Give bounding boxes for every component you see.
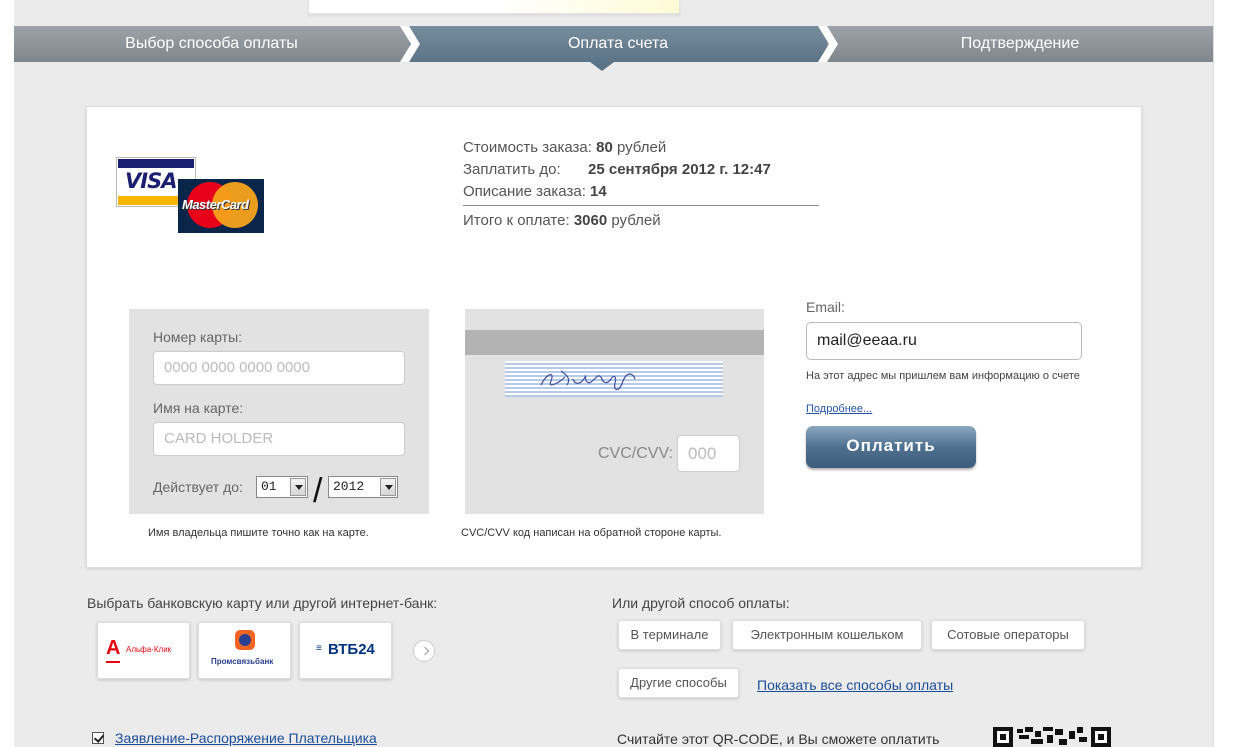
expiry-year-select[interactable]: 2012 bbox=[328, 476, 398, 498]
card-number-label: Номер карты: bbox=[153, 329, 243, 345]
step-separator-chevron bbox=[400, 26, 420, 62]
step-choose-method[interactable]: Выбор способа оплаты bbox=[14, 26, 409, 62]
banks-title: Выбрать банковскую карту или другой инте… bbox=[87, 595, 438, 611]
order-cost-row: Стоимость заказа: 80 рублей bbox=[463, 139, 667, 156]
right-margin bbox=[1213, 0, 1243, 747]
chevron-down-icon bbox=[290, 478, 306, 496]
signature-scribble bbox=[540, 370, 636, 391]
order-divider bbox=[463, 205, 819, 206]
card-holder-hint: Имя владельца пишите точно как на карте. bbox=[148, 527, 369, 539]
show-all-methods-link[interactable]: Показать все способы оплаты bbox=[757, 677, 953, 693]
order-pay-until-row: Заплатить до: 25 сентября 2012 г. 12:47 bbox=[463, 161, 771, 178]
left-margin bbox=[0, 0, 14, 747]
pay-button[interactable]: Оплатить bbox=[806, 426, 976, 468]
bank-tile-alfa[interactable]: А Альфа-Клик bbox=[97, 622, 190, 679]
top-notice-strip bbox=[308, 0, 680, 14]
banks-next-arrow-icon[interactable] bbox=[413, 640, 435, 662]
email-note: На этот адрес мы пришлем вам информацию … bbox=[806, 370, 1080, 382]
psb-logo-icon bbox=[235, 630, 255, 650]
vtb-logo-icon: ≡ bbox=[316, 643, 322, 654]
card-front-panel: Номер карты: 0000 0000 0000 0000 Имя на … bbox=[129, 309, 429, 514]
magnetic-stripe bbox=[465, 330, 764, 355]
bank-tile-vtb[interactable]: ≡ ВТБ24 bbox=[299, 622, 392, 679]
step-separator-chevron bbox=[818, 26, 838, 62]
qr-text: Считайте этот QR-CODE, и Вы сможете опла… bbox=[617, 731, 940, 747]
bank-tile-psb[interactable]: Промсвязьбанк bbox=[198, 622, 291, 679]
card-back-panel: CVC/CVV: 000 bbox=[465, 309, 764, 514]
expiry-slash: / bbox=[313, 472, 323, 510]
method-mobile-button[interactable]: Сотовые операторы bbox=[931, 620, 1085, 650]
checkout-steps: Выбор способа оплаты Оплата счета Подтве… bbox=[14, 26, 1213, 62]
qr-code bbox=[993, 725, 1133, 747]
method-terminal-button[interactable]: В терминале bbox=[618, 620, 721, 650]
step-confirmation: Подтверждение bbox=[827, 26, 1213, 62]
bank-name: ВТБ24 bbox=[328, 641, 375, 658]
expiry-month-select[interactable]: 01 bbox=[256, 476, 308, 498]
card-number-input[interactable]: 0000 0000 0000 0000 bbox=[153, 351, 405, 385]
mastercard-logo: MasterCard bbox=[178, 179, 264, 233]
cvc-hint: CVC/CVV код написан на обратной стороне … bbox=[461, 527, 722, 539]
statement-checkbox[interactable] bbox=[92, 732, 104, 744]
order-summary: Стоимость заказа: 80 рублей Заплатить до… bbox=[463, 137, 823, 232]
order-description-row: Описание заказа: 14 bbox=[463, 183, 607, 200]
card-brand-logos: VISA MasterCard bbox=[116, 157, 266, 233]
bank-name: Альфа-Клик bbox=[126, 645, 172, 654]
bank-name: Промсвязьбанк bbox=[211, 657, 274, 666]
cvc-input[interactable]: 000 bbox=[677, 435, 740, 472]
other-methods-title: Или другой способ оплаты: bbox=[612, 595, 790, 611]
card-holder-label: Имя на карте: bbox=[153, 400, 244, 416]
email-label: Email: bbox=[806, 299, 845, 315]
card-holder-input[interactable]: CARD HOLDER bbox=[153, 422, 405, 456]
email-input[interactable]: mail@eeaa.ru bbox=[806, 322, 1082, 360]
step-pay-invoice: Оплата счета bbox=[409, 26, 827, 62]
cvc-label: CVC/CVV: bbox=[598, 445, 673, 462]
more-info-link[interactable]: Подробнее... bbox=[806, 403, 872, 415]
chevron-down-icon bbox=[380, 478, 396, 496]
method-other-button[interactable]: Другие способы bbox=[618, 668, 739, 698]
statement-link[interactable]: Заявление-Распоряжение Плательщика bbox=[115, 730, 377, 746]
alfa-logo-icon: А bbox=[106, 637, 121, 659]
valid-until-label: Действует до: bbox=[153, 479, 243, 495]
order-total-row: Итого к оплате: 3060 рублей bbox=[463, 212, 661, 229]
active-step-pointer bbox=[590, 62, 614, 71]
method-ewallet-button[interactable]: Электронным кошельком bbox=[732, 620, 922, 650]
